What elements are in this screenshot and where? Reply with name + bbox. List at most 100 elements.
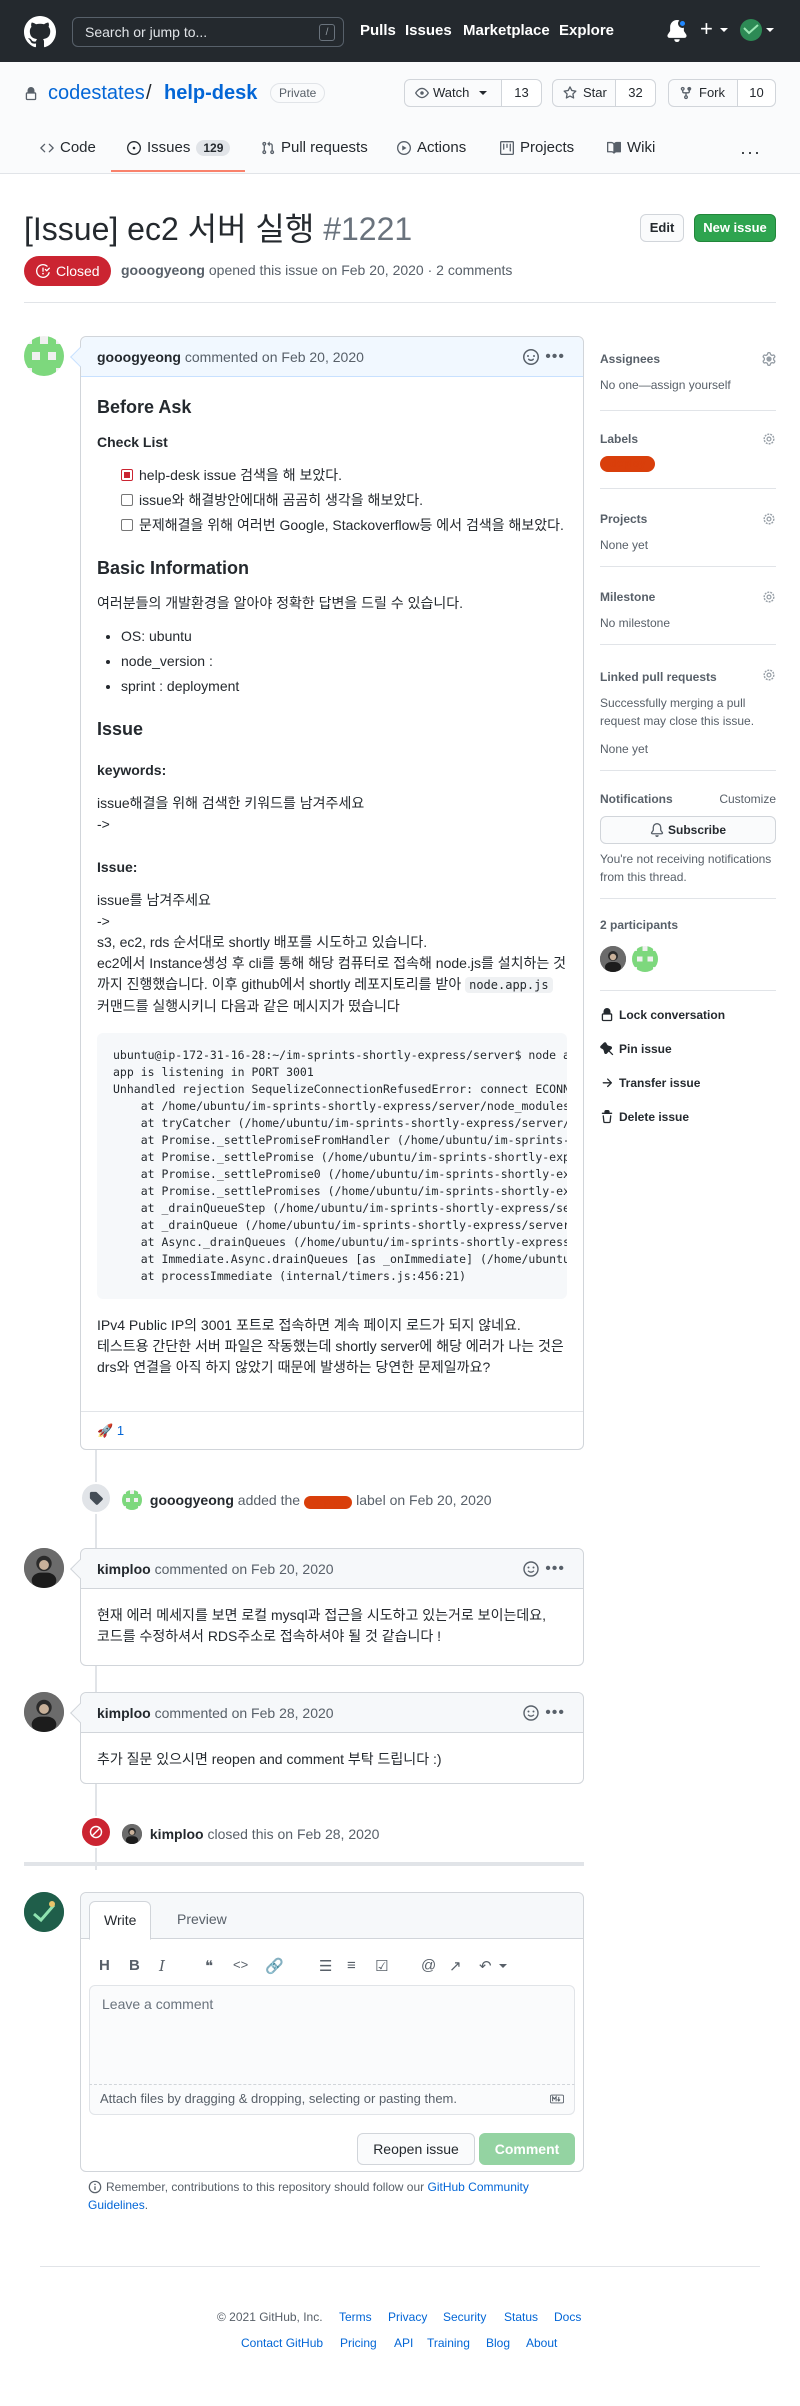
footer-link-docs[interactable]: Docs [554, 2310, 581, 2324]
footer-link-privacy[interactable]: Privacy [388, 2310, 427, 2324]
milestone-title[interactable]: Milestone [600, 590, 655, 604]
fork-count[interactable]: 10 [737, 80, 775, 106]
comment-submit-button[interactable]: Comment [479, 2133, 575, 2165]
repo-name-link[interactable]: help-desk [164, 82, 257, 105]
nav-marketplace[interactable]: Marketplace [463, 22, 550, 39]
saved-replies-tool-icon[interactable]: ↶ [479, 1957, 492, 1975]
watch-count[interactable]: 13 [501, 80, 541, 106]
watch-button[interactable]: Watch 13 [404, 79, 542, 107]
code-tool-icon[interactable]: <> [233, 1957, 248, 1972]
participant-avatar[interactable] [600, 946, 626, 972]
nav-explore[interactable]: Explore [559, 22, 614, 39]
comment-timestamp[interactable]: commented on Feb 20, 2020 [185, 349, 364, 365]
assign-yourself-link[interactable]: No one—assign yourself [600, 378, 776, 392]
fork-button[interactable]: Fork 10 [668, 79, 776, 107]
gear-icon[interactable] [762, 352, 776, 366]
label-chip[interactable]: deploy [600, 456, 656, 472]
comment-author-link[interactable]: kimploo [97, 1705, 151, 1721]
task-checkbox[interactable] [121, 469, 133, 481]
smiley-icon[interactable] [523, 1561, 539, 1577]
customize-link[interactable]: Customize [719, 792, 776, 806]
numbered-list-tool-icon[interactable]: ≡ [347, 1957, 356, 1974]
more-tabs-button[interactable]: ··· [740, 142, 761, 163]
linked-prs-title[interactable]: Linked pull requests [600, 670, 717, 684]
tab-issues[interactable]: Issues 129 [127, 139, 231, 156]
task-list-tool-icon[interactable]: ☑ [375, 1957, 388, 1975]
nav-pulls[interactable]: Pulls [360, 22, 396, 39]
smiley-icon[interactable] [523, 349, 539, 365]
italic-tool-icon[interactable]: I [159, 1957, 165, 1975]
quote-tool-icon[interactable]: ❝ [205, 1957, 213, 1975]
comment-timestamp[interactable]: commented on Feb 20, 2020 [155, 1561, 334, 1577]
task-checkbox[interactable] [121, 519, 133, 531]
attach-files-bar[interactable]: Attach files by dragging & dropping, sel… [89, 2085, 575, 2115]
bullet-list-tool-icon[interactable]: ☰ [319, 1957, 332, 1975]
gear-icon[interactable] [762, 590, 776, 604]
write-tab[interactable]: Write [89, 1901, 152, 1940]
delete-issue-button[interactable]: Delete issue [600, 1110, 689, 1124]
comment-author-link[interactable]: kimploo [97, 1561, 151, 1577]
footer-link-blog[interactable]: Blog [486, 2336, 510, 2350]
footer-link-about[interactable]: About [526, 2336, 557, 2350]
comment-timestamp[interactable]: commented on Feb 28, 2020 [155, 1705, 334, 1721]
current-user-avatar[interactable] [24, 1892, 64, 1932]
task-checkbox[interactable] [121, 494, 133, 506]
heading-tool-icon[interactable]: H [99, 1957, 110, 1974]
create-new-icon[interactable]: + [700, 16, 713, 42]
event-author-avatar[interactable] [122, 1824, 142, 1844]
reference-tool-icon[interactable]: ↗ [449, 1957, 462, 1975]
event-author-avatar[interactable] [122, 1490, 142, 1510]
participant-avatar[interactable] [632, 946, 658, 972]
reopen-issue-button[interactable]: Reopen issue [357, 2133, 475, 2165]
tab-actions[interactable]: Actions [397, 139, 466, 156]
comment-options-button[interactable]: ••• [545, 1549, 565, 1589]
comment-options-button[interactable]: ••• [545, 337, 565, 377]
transfer-issue-button[interactable]: Transfer issue [600, 1076, 700, 1090]
footer-link-training[interactable]: Training [427, 2336, 470, 2350]
mention-tool-icon[interactable]: @ [421, 1957, 436, 1974]
repo-owner-link[interactable]: codestates [48, 82, 145, 105]
footer-link-status[interactable]: Status [504, 2310, 538, 2324]
author-avatar[interactable] [24, 336, 64, 376]
comment-textarea[interactable]: Leave a comment [89, 1985, 575, 2085]
assignees-title[interactable]: Assignees [600, 352, 660, 366]
event-author-link[interactable]: kimploo [150, 1826, 204, 1842]
tab-wiki[interactable]: Wiki [607, 139, 655, 156]
gear-icon[interactable] [762, 432, 776, 446]
gear-icon[interactable] [762, 668, 776, 682]
pin-issue-button[interactable]: Pin issue [600, 1042, 672, 1056]
tab-projects[interactable]: Projects [500, 139, 574, 156]
lock-conversation-button[interactable]: Lock conversation [600, 1008, 725, 1022]
github-logo-icon[interactable] [24, 16, 56, 48]
subscribe-button[interactable]: Subscribe [600, 816, 776, 844]
edit-title-button[interactable]: Edit [640, 214, 684, 242]
event-author-link[interactable]: gooogyeong [150, 1492, 234, 1508]
bold-tool-icon[interactable]: B [129, 1957, 140, 1974]
labels-title[interactable]: Labels [600, 432, 638, 446]
author-avatar[interactable] [24, 1548, 64, 1588]
projects-title[interactable]: Projects [600, 512, 647, 526]
link-tool-icon[interactable]: 🔗 [265, 1957, 284, 1975]
author-avatar[interactable] [24, 1692, 64, 1732]
tab-pull-requests[interactable]: Pull requests [261, 139, 368, 156]
reaction-rocket-button[interactable]: 🚀 1 [97, 1423, 124, 1438]
user-avatar[interactable] [740, 19, 762, 41]
gear-icon[interactable] [762, 512, 776, 526]
footer-link-terms[interactable]: Terms [339, 2310, 372, 2324]
footer-link-api[interactable]: API [394, 2336, 413, 2350]
preview-tab[interactable]: Preview [163, 1901, 241, 1939]
smiley-icon[interactable] [523, 1705, 539, 1721]
event-label-chip[interactable]: deploy [303, 1496, 353, 1509]
footer-link-contact[interactable]: Contact GitHub [241, 2336, 323, 2350]
footer-link-security[interactable]: Security [443, 2310, 486, 2324]
comment-author-link[interactable]: gooogyeong [97, 349, 181, 365]
comment-options-button[interactable]: ••• [545, 1693, 565, 1733]
new-issue-button[interactable]: New issue [694, 214, 776, 242]
footer-link-pricing[interactable]: Pricing [340, 2336, 377, 2350]
tab-code[interactable]: Code [40, 139, 96, 156]
search-input[interactable]: Search or jump to... / [72, 17, 344, 47]
nav-issues[interactable]: Issues [405, 22, 452, 39]
star-count[interactable]: 32 [615, 80, 655, 106]
star-button[interactable]: Star 32 [552, 79, 656, 107]
issue-author-link[interactable]: gooogyeong [121, 262, 205, 278]
